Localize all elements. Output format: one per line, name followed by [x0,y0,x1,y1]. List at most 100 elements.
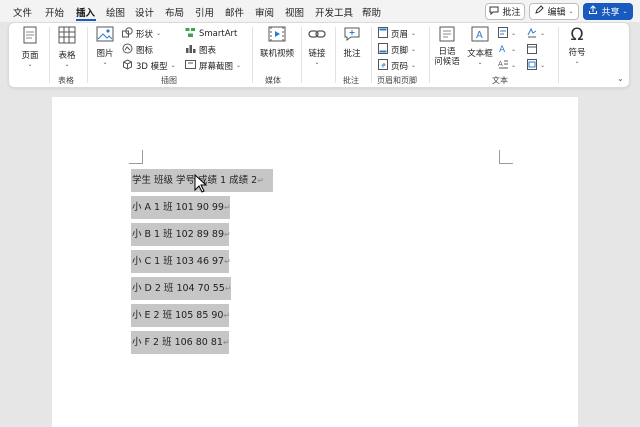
picture-icon [96,26,114,45]
icons-icon [122,43,133,57]
document-line[interactable]: 小 B 1 班 102 89 89↵ [131,223,231,246]
online-video-button[interactable]: 联机视频 [255,26,299,59]
chart-icon [185,43,196,57]
tab-draw[interactable]: 绘图 [106,5,125,19]
link-button[interactable]: 链接 ⌄ [305,26,329,67]
collapse-ribbon-button[interactable]: ⌄ [617,75,624,83]
picture-button[interactable]: 图片 ⌄ [93,26,117,67]
group-separator [301,27,302,83]
drop-cap-icon: A [498,59,508,73]
group-label-illustrations: 插图 [161,76,177,85]
shapes-icon [122,27,133,41]
footer-button[interactable]: 页脚 ⌄ [378,43,416,57]
page-number-label: 页码 [391,62,409,72]
new-comment-label: 批注 [343,49,361,59]
group-label-media: 媒体 [265,76,281,85]
picture-label: 图片 [96,49,114,59]
svg-text:A: A [476,30,483,41]
group-separator [335,27,336,83]
drop-cap-button[interactable]: A ⌄ [498,59,516,73]
smartart-button[interactable]: SmartArt [185,27,237,41]
share-button-label: 共享 [601,8,620,18]
document-line[interactable]: 小 D 2 班 104 70 55↵ [131,277,232,300]
chevron-down-icon: ⌄ [477,59,483,66]
menu-bar: 文件 开始 插入 绘图 设计 布局 引用 邮件 审阅 视图 开发工具 帮助 批注… [0,0,640,22]
tab-file[interactable]: 文件 [13,5,32,19]
object-button[interactable]: ⌄ [527,59,545,73]
textbox-button[interactable]: A 文本框 ⌄ [467,26,493,67]
chevron-down-icon: ⌄ [568,7,574,15]
japanese-greeting-button[interactable]: 日语 问候语 [433,26,461,67]
document-page[interactable]: 学生 班级 学号 成绩 1 成绩 2↵ 小 A 1 班 101 90 99↵ 小… [52,97,578,427]
page-number-icon: # [378,59,388,73]
line-text: 小 C 1 班 103 46 97 [132,256,225,267]
shapes-button[interactable]: 形状 ⌄ [122,27,161,41]
greeting-icon [438,26,456,45]
pages-icon [22,26,38,47]
3d-model-button[interactable]: 3D 模型 ⌄ [122,59,176,73]
paragraph-mark: ↵ [224,230,231,239]
crop-mark-top-left [129,150,143,164]
tab-view[interactable]: 视图 [285,5,304,19]
page-number-button[interactable]: # 页码 ⌄ [378,59,416,73]
svg-text:A: A [498,60,503,68]
paragraph-mark: ↵ [224,257,231,266]
icons-button[interactable]: 图标 [122,43,153,57]
wordart-icon: A [498,43,508,57]
chevron-down-icon: ⌄ [511,62,517,69]
table-button[interactable]: 表格 ⌄ [55,26,79,69]
pages-button[interactable]: 页面 ⌄ [18,26,42,69]
tab-review[interactable]: 审阅 [255,5,274,19]
tab-layout[interactable]: 布局 [165,5,184,19]
group-label-text: 文本 [492,76,508,85]
wordart-button[interactable]: A ⌄ [498,43,516,57]
chart-button[interactable]: 图表 [185,43,216,57]
mouse-cursor-icon [194,173,208,197]
header-button[interactable]: 页眉 ⌄ [378,27,416,41]
symbol-label: 符号 [568,48,586,58]
chevron-down-icon: ⌄ [617,74,624,83]
tab-developer[interactable]: 开发工具 [315,5,353,19]
quick-parts-button[interactable]: ⌄ [498,27,516,41]
paragraph-mark: ↵ [222,338,230,347]
comment-button[interactable]: 批注 [485,3,525,20]
group-separator [49,27,50,83]
footer-icon [378,43,388,57]
symbol-button[interactable]: Ω 符号 ⌄ [565,26,589,66]
header-icon [378,27,388,41]
chevron-down-icon: ⌄ [156,30,162,37]
group-separator [371,27,372,83]
tab-help[interactable]: 帮助 [362,5,381,19]
chevron-down-icon: ⌄ [540,30,546,37]
tab-home[interactable]: 开始 [45,5,64,19]
chevron-down-icon: ⌄ [102,59,108,66]
svg-text:A: A [499,45,506,54]
group-label-comments: 批注 [343,76,359,85]
document-line[interactable]: 小 F 2 班 106 80 81↵ [131,331,230,354]
tab-design[interactable]: 设计 [135,5,154,19]
textbox-icon: A [471,26,489,45]
edit-button[interactable]: 编辑 ⌄ [529,3,579,20]
signature-line-button[interactable]: ⌄ [527,27,545,41]
document-line[interactable]: 小 A 1 班 101 90 99↵ [131,196,231,219]
japanese-greeting-label: 日语 问候语 [434,47,460,67]
edit-button-label: 编辑 [547,8,566,18]
tab-insert[interactable]: 插入 [76,5,95,19]
new-comment-button[interactable]: 批注 [340,26,364,59]
line-text: 小 D 2 班 104 70 55 [132,283,225,294]
tab-references[interactable]: 引用 [195,5,214,19]
document-line[interactable]: 小 E 2 班 105 85 90↵ [131,304,230,327]
document-line[interactable]: 小 C 1 班 103 46 97↵ [131,250,231,273]
active-tab-indicator [76,19,96,21]
object-icon [527,59,537,73]
screenshot-button[interactable]: 屏幕截图 ⌄ [185,59,241,73]
date-time-button[interactable] [527,43,537,57]
chevron-down-icon: ⌄ [511,46,517,53]
chevron-down-icon: ⌄ [64,61,70,68]
paragraph-mark: ↵ [223,203,231,212]
pages-label: 页面 [21,51,39,61]
chevron-down-icon: ⌄ [314,59,320,66]
share-button[interactable]: 共享 ⌄ [583,3,633,20]
online-video-label: 联机视频 [259,49,294,59]
tab-mailings[interactable]: 邮件 [225,5,244,19]
